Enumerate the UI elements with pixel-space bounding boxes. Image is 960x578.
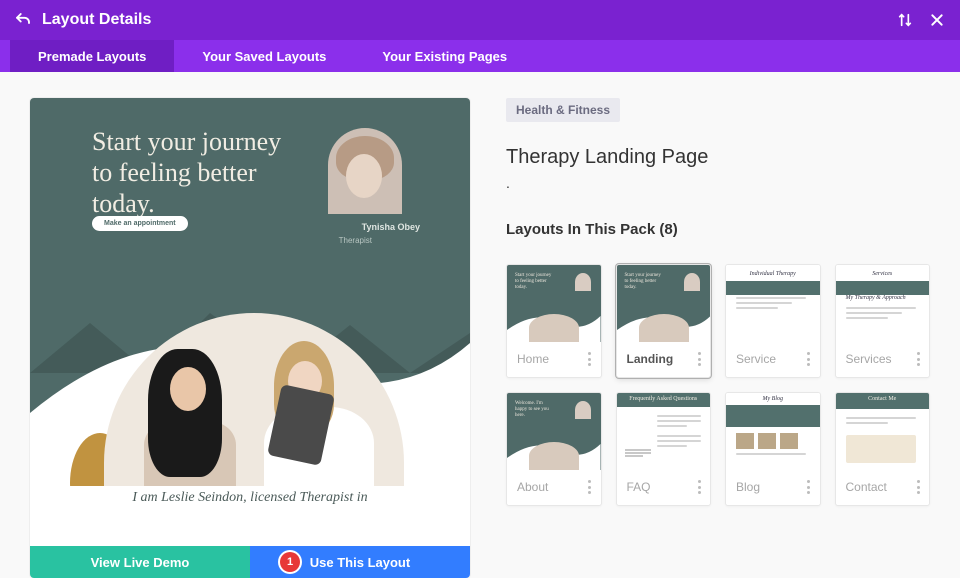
pack-card-label: Service	[736, 352, 796, 366]
preview-person-name: Tynisha Obey	[362, 222, 420, 232]
layout-description: .	[506, 175, 930, 191]
category-chip[interactable]: Health & Fitness	[506, 98, 620, 122]
tab-saved-layouts[interactable]: Your Saved Layouts	[174, 40, 354, 72]
more-options-icon[interactable]	[802, 474, 816, 500]
titlebar: Layout Details	[0, 0, 960, 40]
more-options-icon[interactable]	[692, 474, 706, 500]
pack-grid: Start your journey to feeling better tod…	[506, 264, 930, 506]
content: Start your journey to feeling better tod…	[0, 72, 960, 578]
use-this-layout-label: Use This Layout	[310, 555, 410, 570]
preview-cta-button: Make an appointment	[92, 216, 188, 231]
pack-card-blog[interactable]: My Blog Blog	[725, 392, 821, 506]
more-options-icon[interactable]	[911, 346, 925, 372]
view-live-demo-button[interactable]: View Live Demo	[30, 546, 250, 578]
pack-card-label: Blog	[736, 480, 796, 494]
pack-card-home[interactable]: Start your journey to feeling better tod…	[506, 264, 602, 378]
more-options-icon[interactable]	[583, 346, 597, 372]
pack-card-landing[interactable]: Start your journey to feeling better tod…	[616, 264, 712, 378]
tab-existing-pages[interactable]: Your Existing Pages	[354, 40, 535, 72]
use-this-layout-button[interactable]: 1 Use This Layout	[250, 546, 470, 578]
back-icon[interactable]	[12, 9, 34, 31]
sort-icon[interactable]	[894, 9, 916, 31]
preview-portrait	[328, 128, 402, 214]
pack-card-faq[interactable]: Frequently Asked Questions FAQ	[616, 392, 712, 506]
window-title: Layout Details	[42, 11, 894, 29]
pack-card-service[interactable]: Individual Therapy Service	[725, 264, 821, 378]
preview-hero: Start your journey to feeling better tod…	[30, 98, 470, 493]
more-options-icon[interactable]	[911, 474, 925, 500]
pack-card-label: About	[517, 480, 577, 494]
layout-preview: Start your journey to feeling better tod…	[30, 98, 470, 578]
preview-headline: Start your journey to feeling better tod…	[92, 126, 292, 220]
preview-actions: View Live Demo 1 Use This Layout	[30, 546, 470, 578]
step-badge: 1	[280, 552, 300, 572]
pack-card-contact[interactable]: Contact Me Contact	[835, 392, 931, 506]
more-options-icon[interactable]	[583, 474, 597, 500]
tab-premade-layouts[interactable]: Premade Layouts	[10, 40, 174, 72]
tabs: Premade Layouts Your Saved Layouts Your …	[0, 40, 960, 72]
pack-card-label: Landing	[627, 352, 687, 366]
more-options-icon[interactable]	[802, 346, 816, 372]
preview-subtitle: I am Leslie Seindon, licensed Therapist …	[30, 486, 470, 506]
pack-card-label: FAQ	[627, 480, 687, 494]
preview-person-role: Therapist	[339, 236, 372, 245]
more-options-icon[interactable]	[692, 346, 706, 372]
pack-card-about[interactable]: Welcome. I'm happy to see you here. Abou…	[506, 392, 602, 506]
pack-card-label: Home	[517, 352, 577, 366]
layout-title: Therapy Landing Page	[506, 146, 930, 169]
pack-card-label: Contact	[846, 480, 906, 494]
pack-card-services[interactable]: Services My Therapy & Approach Services	[835, 264, 931, 378]
pack-heading: Layouts In This Pack (8)	[506, 221, 930, 238]
layout-details-panel: Health & Fitness Therapy Landing Page . …	[506, 98, 930, 578]
close-icon[interactable]	[926, 9, 948, 31]
pack-card-label: Services	[846, 352, 906, 366]
